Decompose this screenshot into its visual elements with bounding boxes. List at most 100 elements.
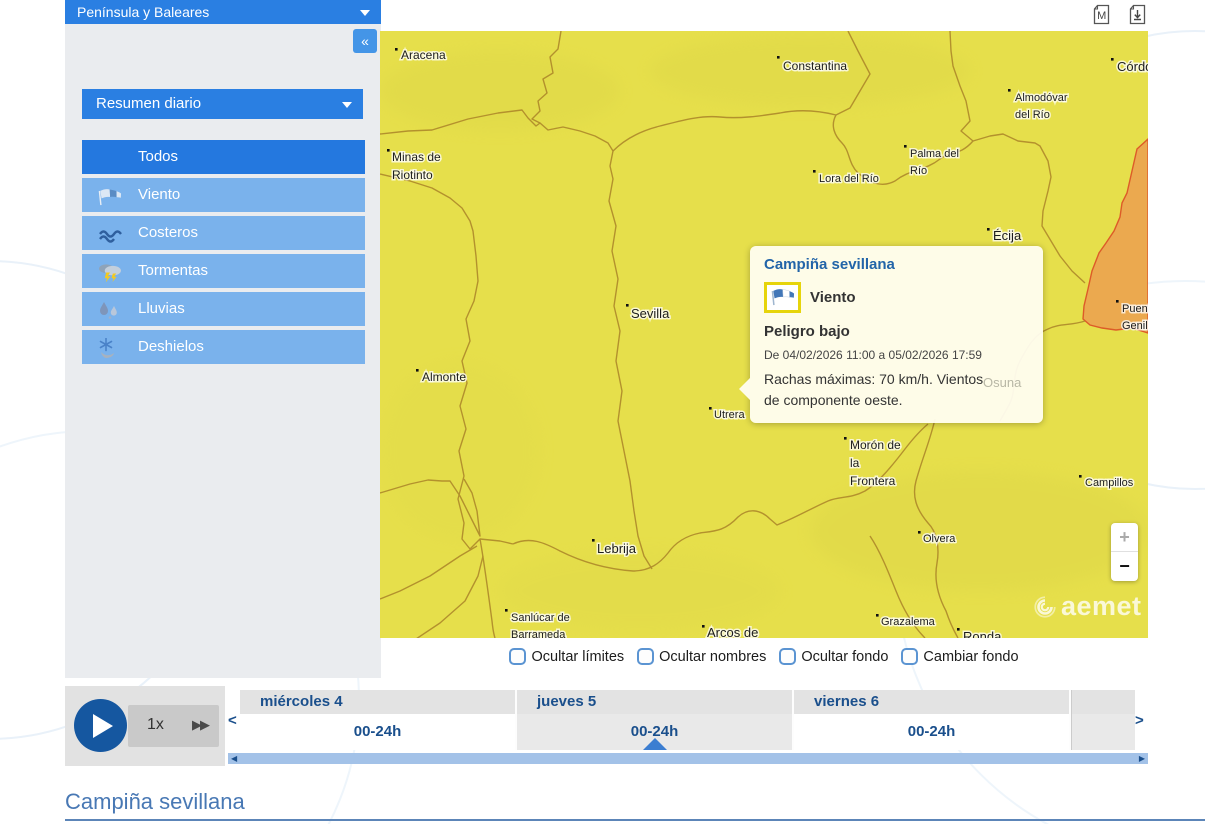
timeline-position-indicator	[643, 738, 667, 750]
timeline-next-button[interactable]: >	[1135, 712, 1147, 729]
map-dot-minas-de-riotinto	[387, 149, 390, 152]
timeline-day-column: miércoles 400-24h	[240, 690, 517, 750]
sidebar-item-todos[interactable]: Todos	[82, 140, 365, 174]
sidebar-item-lluvias[interactable]: Lluvias	[82, 292, 365, 326]
map-label-olvera: Olvera	[923, 533, 956, 545]
timeline-range-button[interactable]: 00-24h	[517, 714, 792, 750]
warning-filter-list: Todos Viento Costeros Tormentas Lluvias Deshi…	[82, 140, 365, 368]
timeline-scrollbar[interactable]: ◀ ▶	[228, 753, 1148, 764]
play-icon	[93, 714, 113, 738]
sidebar-item-tormentas[interactable]: Tormentas	[82, 254, 365, 288]
map-zoom-control: + −	[1111, 523, 1138, 581]
region-select-value: Península y Baleares	[77, 4, 209, 20]
map-label-cordoba: Córdoba	[1117, 59, 1148, 74]
map-dot-puente-genil	[1116, 300, 1119, 303]
map-dot-sanlucar-de-barrameda	[505, 609, 508, 612]
download-icon[interactable]	[1128, 4, 1147, 25]
map-options-row: Ocultar límites Ocultar nombres Ocultar fo…	[380, 648, 1148, 665]
map-label-almonte: Almonte	[422, 370, 466, 384]
scrollbar-left-icon[interactable]: ◀	[231, 753, 237, 764]
filter-label: Costeros	[138, 216, 198, 250]
map-dot-aracena	[395, 48, 398, 51]
windsock-icon	[97, 185, 125, 205]
map-dot-utrera	[709, 407, 712, 410]
filter-label: Deshielos	[138, 330, 204, 364]
svg-text:M: M	[1097, 10, 1106, 22]
timeline-day-label: viernes 6	[794, 690, 1069, 714]
map-dot-palma-del-rio	[904, 145, 907, 148]
filter-label: Todos	[138, 140, 178, 174]
timeline-prev-button[interactable]: <	[228, 712, 240, 729]
map-label-grazalema: Grazalema	[881, 616, 936, 628]
warning-map[interactable]: AracenaMinas deRiotintoConstantinaCórdob…	[380, 31, 1148, 638]
zoom-out-button[interactable]: −	[1111, 552, 1138, 581]
aemet-warnings-page: Península y Baleares « Resumen diario To…	[0, 0, 1205, 824]
map-dot-ronda	[957, 628, 960, 631]
checkbox-label: Ocultar límites	[531, 649, 624, 665]
aemet-logo-text: aemet	[1061, 591, 1142, 622]
rain-icon	[97, 299, 125, 319]
map-label-palma-del-rio: Río	[910, 165, 927, 177]
checkbox-ocultar-fondo[interactable]: Ocultar fondo	[779, 648, 888, 665]
map-dot-constantina	[777, 56, 780, 59]
timeline-day-label: miércoles 4	[240, 690, 515, 714]
timeline-range-button[interactable]: 00-24h	[240, 714, 515, 750]
map-label-minas-de-riotinto: Minas de	[392, 150, 441, 164]
popup-title: Campiña sevillana	[764, 256, 1029, 273]
popup-warning-level: Peligro bajo	[764, 323, 1029, 340]
checkbox-box[interactable]	[509, 648, 526, 665]
map-label-palma-del-rio: Palma del	[910, 148, 959, 160]
map-label-lebrija: Lebrija	[597, 541, 637, 556]
popup-warning-description: Rachas máximas: 70 km/h. Vientos de comp…	[764, 369, 994, 411]
checkbox-ocultar-nombres[interactable]: Ocultar nombres	[637, 648, 766, 665]
timeline-day-column: jueves 500-24h	[517, 690, 794, 750]
map-dot-olvera	[918, 531, 921, 534]
map-label-sanlucar-de-barrameda: Sanlúcar de	[511, 612, 570, 624]
map-label-moron-de-la-frontera: la	[850, 456, 860, 470]
map-dot-sevilla	[626, 304, 629, 307]
speed-control[interactable]: 1x ▶▶	[128, 705, 219, 747]
chevron-down-icon	[360, 10, 370, 21]
timeline-days: miércoles 400-24hjueves 500-24hviernes 6…	[240, 690, 1137, 750]
sidebar-item-costeros[interactable]: Costeros	[82, 216, 365, 250]
map-label-utrera: Utrera	[714, 409, 745, 421]
map-label-moron-de-la-frontera: Morón de	[850, 438, 901, 452]
region-select[interactable]: Península y Baleares	[65, 0, 381, 24]
map-label-moron-de-la-frontera: Frontera	[850, 474, 896, 488]
checkbox-box[interactable]	[901, 648, 918, 665]
sidebar-item-deshielos[interactable]: Deshielos	[82, 330, 365, 364]
map-label-campillos: Campillos	[1085, 477, 1134, 489]
checkbox-cambiar-fondo[interactable]: Cambiar fondo	[901, 648, 1018, 665]
fast-forward-icon[interactable]: ▶▶	[192, 717, 208, 733]
map-label-lora-del-rio: Lora del Río	[819, 173, 879, 185]
map-label-arcos-de-la-frontera: Arcos de	[707, 625, 758, 638]
checkbox-ocultar-limites[interactable]: Ocultar límites	[509, 648, 624, 665]
timeline-filler-column	[1071, 690, 1135, 750]
map-label-almodovar-del-rio: Almodóvar	[1015, 92, 1068, 104]
filter-label: Lluvias	[138, 292, 185, 326]
timeline: < miércoles 400-24hjueves 500-24hviernes…	[228, 686, 1148, 766]
timeline-day-column: viernes 600-24h	[794, 690, 1071, 750]
summary-select[interactable]: Resumen diario	[82, 89, 363, 119]
storm-icon	[97, 261, 125, 281]
sidebar-collapse-button[interactable]: «	[353, 29, 377, 53]
thaw-icon	[97, 337, 125, 357]
speed-label: 1x	[147, 716, 164, 734]
checkbox-label: Ocultar fondo	[801, 649, 888, 665]
zoom-in-button[interactable]: +	[1111, 523, 1138, 552]
map-label-ecija: Écija	[993, 228, 1022, 243]
scrollbar-right-icon[interactable]: ▶	[1139, 753, 1145, 764]
map-label-ronda: Ronda	[963, 629, 1002, 638]
sidebar-item-viento[interactable]: Viento	[82, 178, 365, 212]
popup-warning-type: Viento	[810, 289, 856, 306]
play-button[interactable]	[74, 699, 127, 752]
checkbox-box[interactable]	[779, 648, 796, 665]
checkbox-box[interactable]	[637, 648, 654, 665]
map-label-minas-de-riotinto: Riotinto	[392, 168, 433, 182]
timeline-range-button[interactable]: 00-24h	[794, 714, 1069, 750]
map-label-constantina: Constantina	[783, 59, 847, 73]
map-dot-almonte	[416, 369, 419, 372]
map-document-icon[interactable]: M	[1092, 4, 1111, 25]
filter-label: Tormentas	[138, 254, 208, 288]
map-dot-ecija	[987, 228, 990, 231]
